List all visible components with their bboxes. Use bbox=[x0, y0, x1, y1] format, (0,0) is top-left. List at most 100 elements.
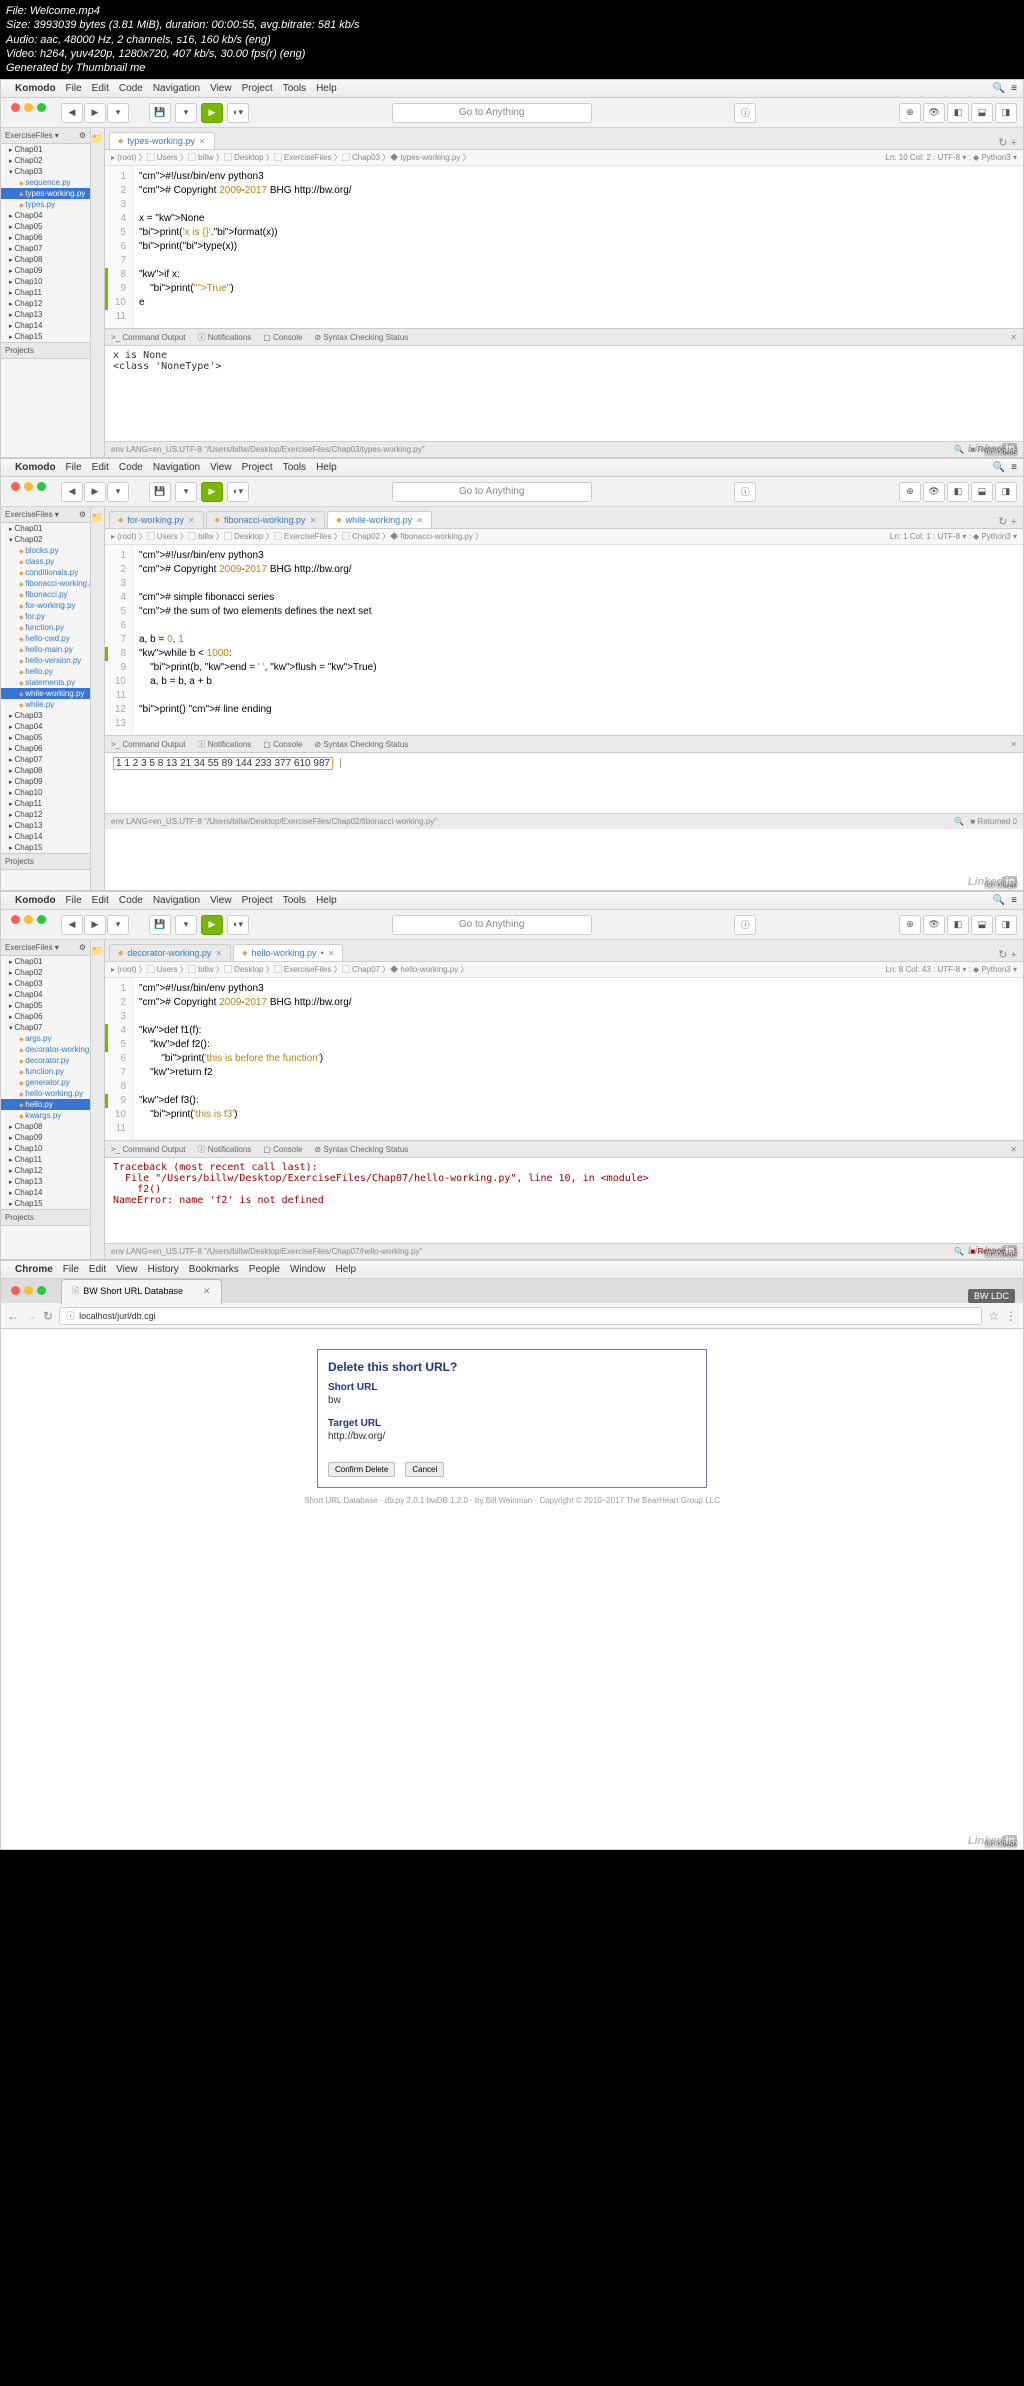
folder-Chap07[interactable]: Chap07 bbox=[1, 1022, 90, 1033]
view-btn-1[interactable]: ⊕ bbox=[899, 103, 921, 123]
folder-Chap06[interactable]: Chap06 bbox=[1, 232, 90, 243]
panel-close-icon[interactable]: ✕ bbox=[1010, 333, 1017, 342]
folder-Chap01[interactable]: Chap01 bbox=[1, 144, 90, 155]
file-hello-version.py[interactable]: hello-version.py bbox=[1, 655, 90, 666]
file-generator.py[interactable]: generator.py bbox=[1, 1077, 90, 1088]
panel-right-button[interactable]: ◨ bbox=[995, 103, 1017, 123]
search-icon[interactable]: 🔍 bbox=[954, 445, 964, 454]
search-icon[interactable]: 🔍 bbox=[993, 83, 1005, 94]
file-conditionals.py[interactable]: conditionals.py bbox=[1, 567, 90, 578]
site-info-icon[interactable]: ⓘ bbox=[66, 1309, 75, 1322]
nav-forward-button[interactable]: ▶ bbox=[84, 103, 106, 123]
back-button[interactable]: ← bbox=[7, 1309, 19, 1323]
folder-Chap12[interactable]: Chap12 bbox=[1, 298, 90, 309]
close-tab-icon[interactable]: ✕ bbox=[203, 1286, 211, 1296]
folder-Chap05[interactable]: Chap05 bbox=[1, 221, 90, 232]
file-class.py[interactable]: class.py bbox=[1, 556, 90, 567]
menu-help[interactable]: Help bbox=[316, 83, 337, 94]
tab-for-working[interactable]: ◆for-working.py✕ bbox=[109, 511, 204, 528]
folder-Chap02[interactable]: Chap02 bbox=[1, 534, 90, 545]
folder-Chap11[interactable]: Chap11 bbox=[1, 798, 90, 809]
tab-console[interactable]: ▢ Console bbox=[263, 333, 302, 342]
tab-decorator-working[interactable]: ◆decorator-working.py✕ bbox=[109, 944, 231, 961]
folder-Chap08[interactable]: Chap08 bbox=[1, 254, 90, 265]
tab-close-icon[interactable]: ✕ bbox=[199, 137, 206, 146]
folder-Chap15[interactable]: Chap15 bbox=[1, 331, 90, 342]
folder-Chap09[interactable]: Chap09 bbox=[1, 265, 90, 276]
folder-icon[interactable]: 📁 bbox=[91, 134, 103, 145]
info-button[interactable]: ⓘ bbox=[734, 103, 756, 123]
folder-Chap15[interactable]: Chap15 bbox=[1, 842, 90, 853]
folder-Chap04[interactable]: Chap04 bbox=[1, 721, 90, 732]
menu-navigation[interactable]: Navigation bbox=[153, 83, 200, 94]
projects-header[interactable]: Projects bbox=[1, 342, 90, 359]
file-fibonacci-working.py[interactable]: fibonacci-working.py bbox=[1, 578, 90, 589]
tab-command-output[interactable]: >_ Command Output bbox=[111, 333, 185, 342]
tab-hello-working[interactable]: ◆hello-working.py •✕ bbox=[233, 944, 343, 961]
breadcrumb-path[interactable]: ▸ (root) 〉▢ Users 〉▢ billw 〉▢ Desktop 〉▢… bbox=[111, 152, 471, 163]
folder-Chap03[interactable]: Chap03 bbox=[1, 978, 90, 989]
folder-Chap11[interactable]: Chap11 bbox=[1, 1154, 90, 1165]
file-while.py[interactable]: while.py bbox=[1, 699, 90, 710]
browser-tab[interactable]: 🗎BW Short URL Database✕ bbox=[61, 1279, 222, 1304]
file-while-working.py[interactable]: while-working.py bbox=[1, 688, 90, 699]
panel-bottom-button[interactable]: ⬓ bbox=[971, 103, 993, 123]
view-btn-2[interactable]: 👁 bbox=[923, 103, 945, 123]
goto-anything-input[interactable]: Go to Anything bbox=[392, 103, 592, 123]
folder-Chap05[interactable]: Chap05 bbox=[1, 1000, 90, 1011]
menu-tools[interactable]: Tools bbox=[283, 83, 306, 94]
folder-Chap06[interactable]: Chap06 bbox=[1, 743, 90, 754]
bookmark-icon[interactable]: ☆ bbox=[988, 1309, 999, 1323]
forward-button[interactable]: → bbox=[25, 1309, 37, 1323]
app-name[interactable]: Komodo bbox=[15, 462, 56, 473]
tab-while-working[interactable]: ◆while-working.py✕ bbox=[327, 511, 432, 528]
menu-edit[interactable]: Edit bbox=[92, 83, 109, 94]
folder-Chap08[interactable]: Chap08 bbox=[1, 1121, 90, 1132]
folder-Chap13[interactable]: Chap13 bbox=[1, 309, 90, 320]
debug-button[interactable]: ◐▾ bbox=[227, 103, 249, 123]
file-args.py[interactable]: args.py bbox=[1, 1033, 90, 1044]
add-tab-button[interactable]: ↻ + bbox=[998, 136, 1017, 149]
folder-Chap09[interactable]: Chap09 bbox=[1, 776, 90, 787]
file-blocks.py[interactable]: blocks.py bbox=[1, 545, 90, 556]
chrome-menu-icon[interactable]: ⋮ bbox=[1005, 1309, 1017, 1323]
folder-Chap03[interactable]: Chap03 bbox=[1, 710, 90, 721]
file-sequence.py[interactable]: sequence.py bbox=[1, 177, 90, 188]
menu-project[interactable]: Project bbox=[242, 83, 273, 94]
folder-Chap04[interactable]: Chap04 bbox=[1, 989, 90, 1000]
menu-file[interactable]: File bbox=[66, 83, 82, 94]
menu-code[interactable]: Code bbox=[119, 83, 143, 94]
folder-Chap01[interactable]: Chap01 bbox=[1, 956, 90, 967]
folder-Chap10[interactable]: Chap10 bbox=[1, 1143, 90, 1154]
chrome-user-badge[interactable]: BW LDC bbox=[968, 1289, 1015, 1303]
folder-Chap12[interactable]: Chap12 bbox=[1, 1165, 90, 1176]
folder-Chap14[interactable]: Chap14 bbox=[1, 1187, 90, 1198]
maximize-window-button[interactable] bbox=[37, 103, 46, 112]
tab-fibonacci-working[interactable]: ◆fibonacci-working.py✕ bbox=[206, 511, 326, 528]
file-function.py[interactable]: function.py bbox=[1, 1066, 90, 1077]
folder-Chap07[interactable]: Chap07 bbox=[1, 754, 90, 765]
close-window-button[interactable] bbox=[11, 103, 20, 112]
file-hello.py[interactable]: hello.py bbox=[1, 666, 90, 677]
reload-button[interactable]: ↻ bbox=[43, 1309, 53, 1323]
file-decorator.py[interactable]: decorator.py bbox=[1, 1055, 90, 1066]
file-statements.py[interactable]: statements.py bbox=[1, 677, 90, 688]
file-fibonacci.py[interactable]: fibonacci.py bbox=[1, 589, 90, 600]
file-decorator-working.py[interactable]: decorator-working.py bbox=[1, 1044, 90, 1055]
folder-Chap01[interactable]: Chap01 bbox=[1, 523, 90, 534]
file-function.py[interactable]: function.py bbox=[1, 622, 90, 633]
folder-Chap02[interactable]: Chap02 bbox=[1, 967, 90, 978]
folder-Chap06[interactable]: Chap06 bbox=[1, 1011, 90, 1022]
url-input[interactable]: ⓘlocalhost/jurl/db.cgi bbox=[59, 1307, 982, 1325]
tab-syntax-check[interactable]: ⊘ Syntax Checking Status bbox=[314, 333, 408, 342]
folder-Chap05[interactable]: Chap05 bbox=[1, 732, 90, 743]
minimize-window-button[interactable] bbox=[24, 103, 33, 112]
folder-Chap10[interactable]: Chap10 bbox=[1, 276, 90, 287]
file-hello-cwd.py[interactable]: hello-cwd.py bbox=[1, 633, 90, 644]
file-for.py[interactable]: for.py bbox=[1, 611, 90, 622]
run-button[interactable]: ▶ bbox=[201, 103, 223, 123]
tab-notifications[interactable]: ⓘ Notifications bbox=[197, 332, 251, 343]
file-hello-main.py[interactable]: hello-main.py bbox=[1, 644, 90, 655]
new-file-button[interactable]: ▾ bbox=[175, 103, 197, 123]
cancel-button[interactable]: Cancel bbox=[405, 1462, 444, 1477]
